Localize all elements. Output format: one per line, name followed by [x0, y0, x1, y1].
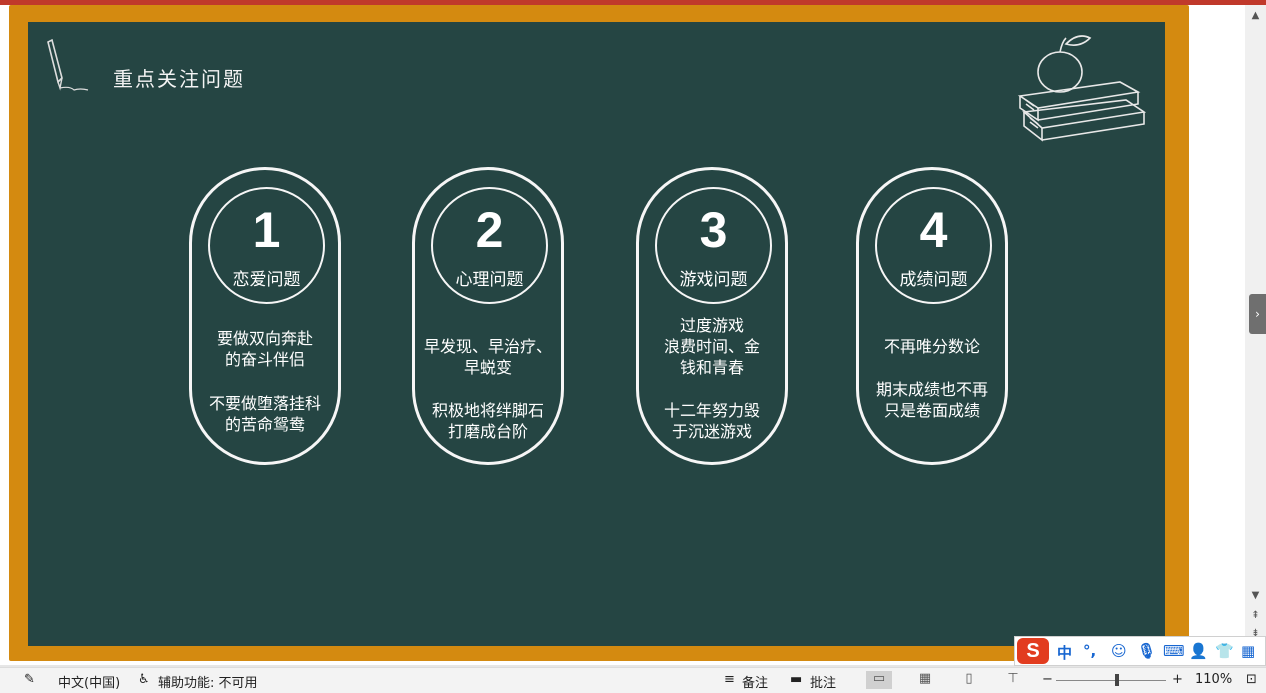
normal-view-icon[interactable]: ▭ — [866, 671, 892, 689]
accessibility-icon[interactable]: ♿ — [138, 672, 150, 687]
slide-sorter-icon[interactable]: ▦ — [912, 671, 938, 689]
scrollbar-thumb[interactable]: › — [1249, 294, 1266, 334]
card-desc-1: 不再唯分数论 — [865, 336, 999, 357]
pencil-icon — [47, 38, 89, 91]
desc-line: 期末成绩也不再 — [875, 380, 988, 399]
desc-line: 过度游戏 — [679, 316, 744, 335]
reading-view-icon[interactable]: ▯ — [956, 671, 982, 689]
desc-line: 十二年努力毁 — [663, 401, 760, 420]
desc-line: 于沉迷游戏 — [671, 422, 752, 441]
previous-page-icon[interactable]: ⇞ — [1249, 609, 1262, 622]
scroll-up-arrow-icon[interactable]: ▲ — [1249, 9, 1262, 22]
user-icon[interactable]: 👤 — [1189, 642, 1208, 660]
sogou-logo-icon[interactable]: S — [1017, 638, 1049, 664]
status-bar: ✎ 中文(中国) ♿ 辅助功能: 不可用 ≡ 备注 ▬ 批注 ▭ ▦ ▯ ⊤ −… — [0, 667, 1266, 693]
card-2[interactable]: 2 心理问题 早发现、早治疗、 早蜕变 积极地将绊脚石 打磨成台阶 — [412, 167, 564, 465]
card-number: 2 — [475, 202, 504, 258]
desc-line: 不再唯分数论 — [883, 337, 980, 356]
notes-icon[interactable]: ≡ — [724, 672, 735, 687]
card-title: 成绩问题 — [899, 270, 968, 290]
number-ring: 2 心理问题 — [431, 187, 548, 304]
desc-line: 要做双向奔赴 — [216, 329, 313, 348]
desc-line: 早蜕变 — [463, 358, 512, 377]
zoom-in-button[interactable]: + — [1172, 672, 1183, 687]
desc-line: 钱和青春 — [679, 358, 744, 377]
number-ring: 3 游戏问题 — [655, 187, 772, 304]
card-desc-2: 积极地将绊脚石 打磨成台阶 — [421, 400, 555, 442]
card-desc-2: 十二年努力毁 于沉迷游戏 — [645, 400, 779, 442]
card-desc-1: 要做双向奔赴 的奋斗伴侣 — [198, 328, 332, 370]
vertical-scrollbar[interactable]: ▲ ▼ ⇞ ⇟ — [1245, 5, 1266, 665]
desc-line: 的苦命鸳鸯 — [224, 415, 305, 434]
comments-button[interactable]: 批注 — [810, 672, 836, 691]
notes-button[interactable]: 备注 — [742, 672, 768, 691]
card-3[interactable]: 3 游戏问题 过度游戏 浪费时间、金 钱和青春 十二年努力毁 于沉迷游戏 — [636, 167, 788, 465]
slideshow-icon[interactable]: ⊤ — [1000, 671, 1026, 689]
zoom-out-button[interactable]: − — [1042, 672, 1053, 687]
number-ring: 1 恋爱问题 — [208, 187, 325, 304]
card-number: 3 — [699, 202, 728, 258]
card-desc-2: 不要做堕落挂科 的苦命鸳鸯 — [198, 393, 332, 435]
books-apple-icon — [1017, 35, 1147, 142]
ime-toolbar[interactable]: S 中 °, ☺ 🎙 ⌨ 👤 👕 ▦ — [1014, 636, 1266, 666]
zoom-level[interactable]: 110% — [1195, 672, 1232, 687]
card-number: 4 — [919, 202, 948, 258]
language-indicator[interactable]: 中文(中国) — [58, 672, 120, 691]
punctuation-toggle[interactable]: °, — [1083, 642, 1096, 660]
proofing-icon[interactable]: ✎ — [24, 672, 35, 687]
skin-shirt-icon[interactable]: 👕 — [1215, 642, 1234, 660]
fit-to-window-icon[interactable]: ⊡ — [1246, 672, 1257, 687]
slide-title: 重点关注问题 — [113, 67, 245, 91]
zoom-slider-track[interactable] — [1056, 680, 1166, 681]
card-4[interactable]: 4 成绩问题 不再唯分数论 期末成绩也不再 只是卷面成绩 — [856, 167, 1008, 465]
card-desc-2: 期末成绩也不再 只是卷面成绩 — [865, 379, 999, 421]
desc-line: 不要做堕落挂科 — [208, 394, 321, 413]
toolbox-grid-icon[interactable]: ▦ — [1241, 642, 1255, 660]
desc-line: 早发现、早治疗、 — [423, 337, 552, 356]
keyboard-icon[interactable]: ⌨ — [1163, 642, 1185, 660]
scroll-down-arrow-icon[interactable]: ▼ — [1249, 589, 1262, 602]
card-desc-1: 过度游戏 浪费时间、金 钱和青春 — [645, 315, 779, 378]
desc-line: 浪费时间、金 — [663, 337, 760, 356]
card-1[interactable]: 1 恋爱问题 要做双向奔赴 的奋斗伴侣 不要做堕落挂科 的苦命鸳鸯 — [189, 167, 341, 465]
card-desc-1: 早发现、早治疗、 早蜕变 — [421, 336, 555, 378]
desc-line: 打磨成台阶 — [447, 422, 528, 441]
desc-line: 只是卷面成绩 — [883, 401, 980, 420]
microphone-icon[interactable]: 🎙 — [1137, 642, 1156, 660]
desc-line: 积极地将绊脚石 — [431, 401, 544, 420]
zoom-slider-thumb[interactable] — [1114, 674, 1119, 686]
number-ring: 4 成绩问题 — [875, 187, 992, 304]
ime-lang-toggle[interactable]: 中 — [1057, 642, 1072, 663]
card-title: 心理问题 — [455, 270, 524, 290]
card-title: 游戏问题 — [679, 270, 748, 290]
comments-icon[interactable]: ▬ — [790, 672, 802, 687]
desc-line: 的奋斗伴侣 — [224, 350, 305, 369]
accessibility-status[interactable]: 辅助功能: 不可用 — [158, 672, 258, 691]
emoji-icon[interactable]: ☺ — [1111, 642, 1127, 660]
card-title: 恋爱问题 — [232, 270, 301, 290]
card-number: 1 — [252, 202, 281, 258]
